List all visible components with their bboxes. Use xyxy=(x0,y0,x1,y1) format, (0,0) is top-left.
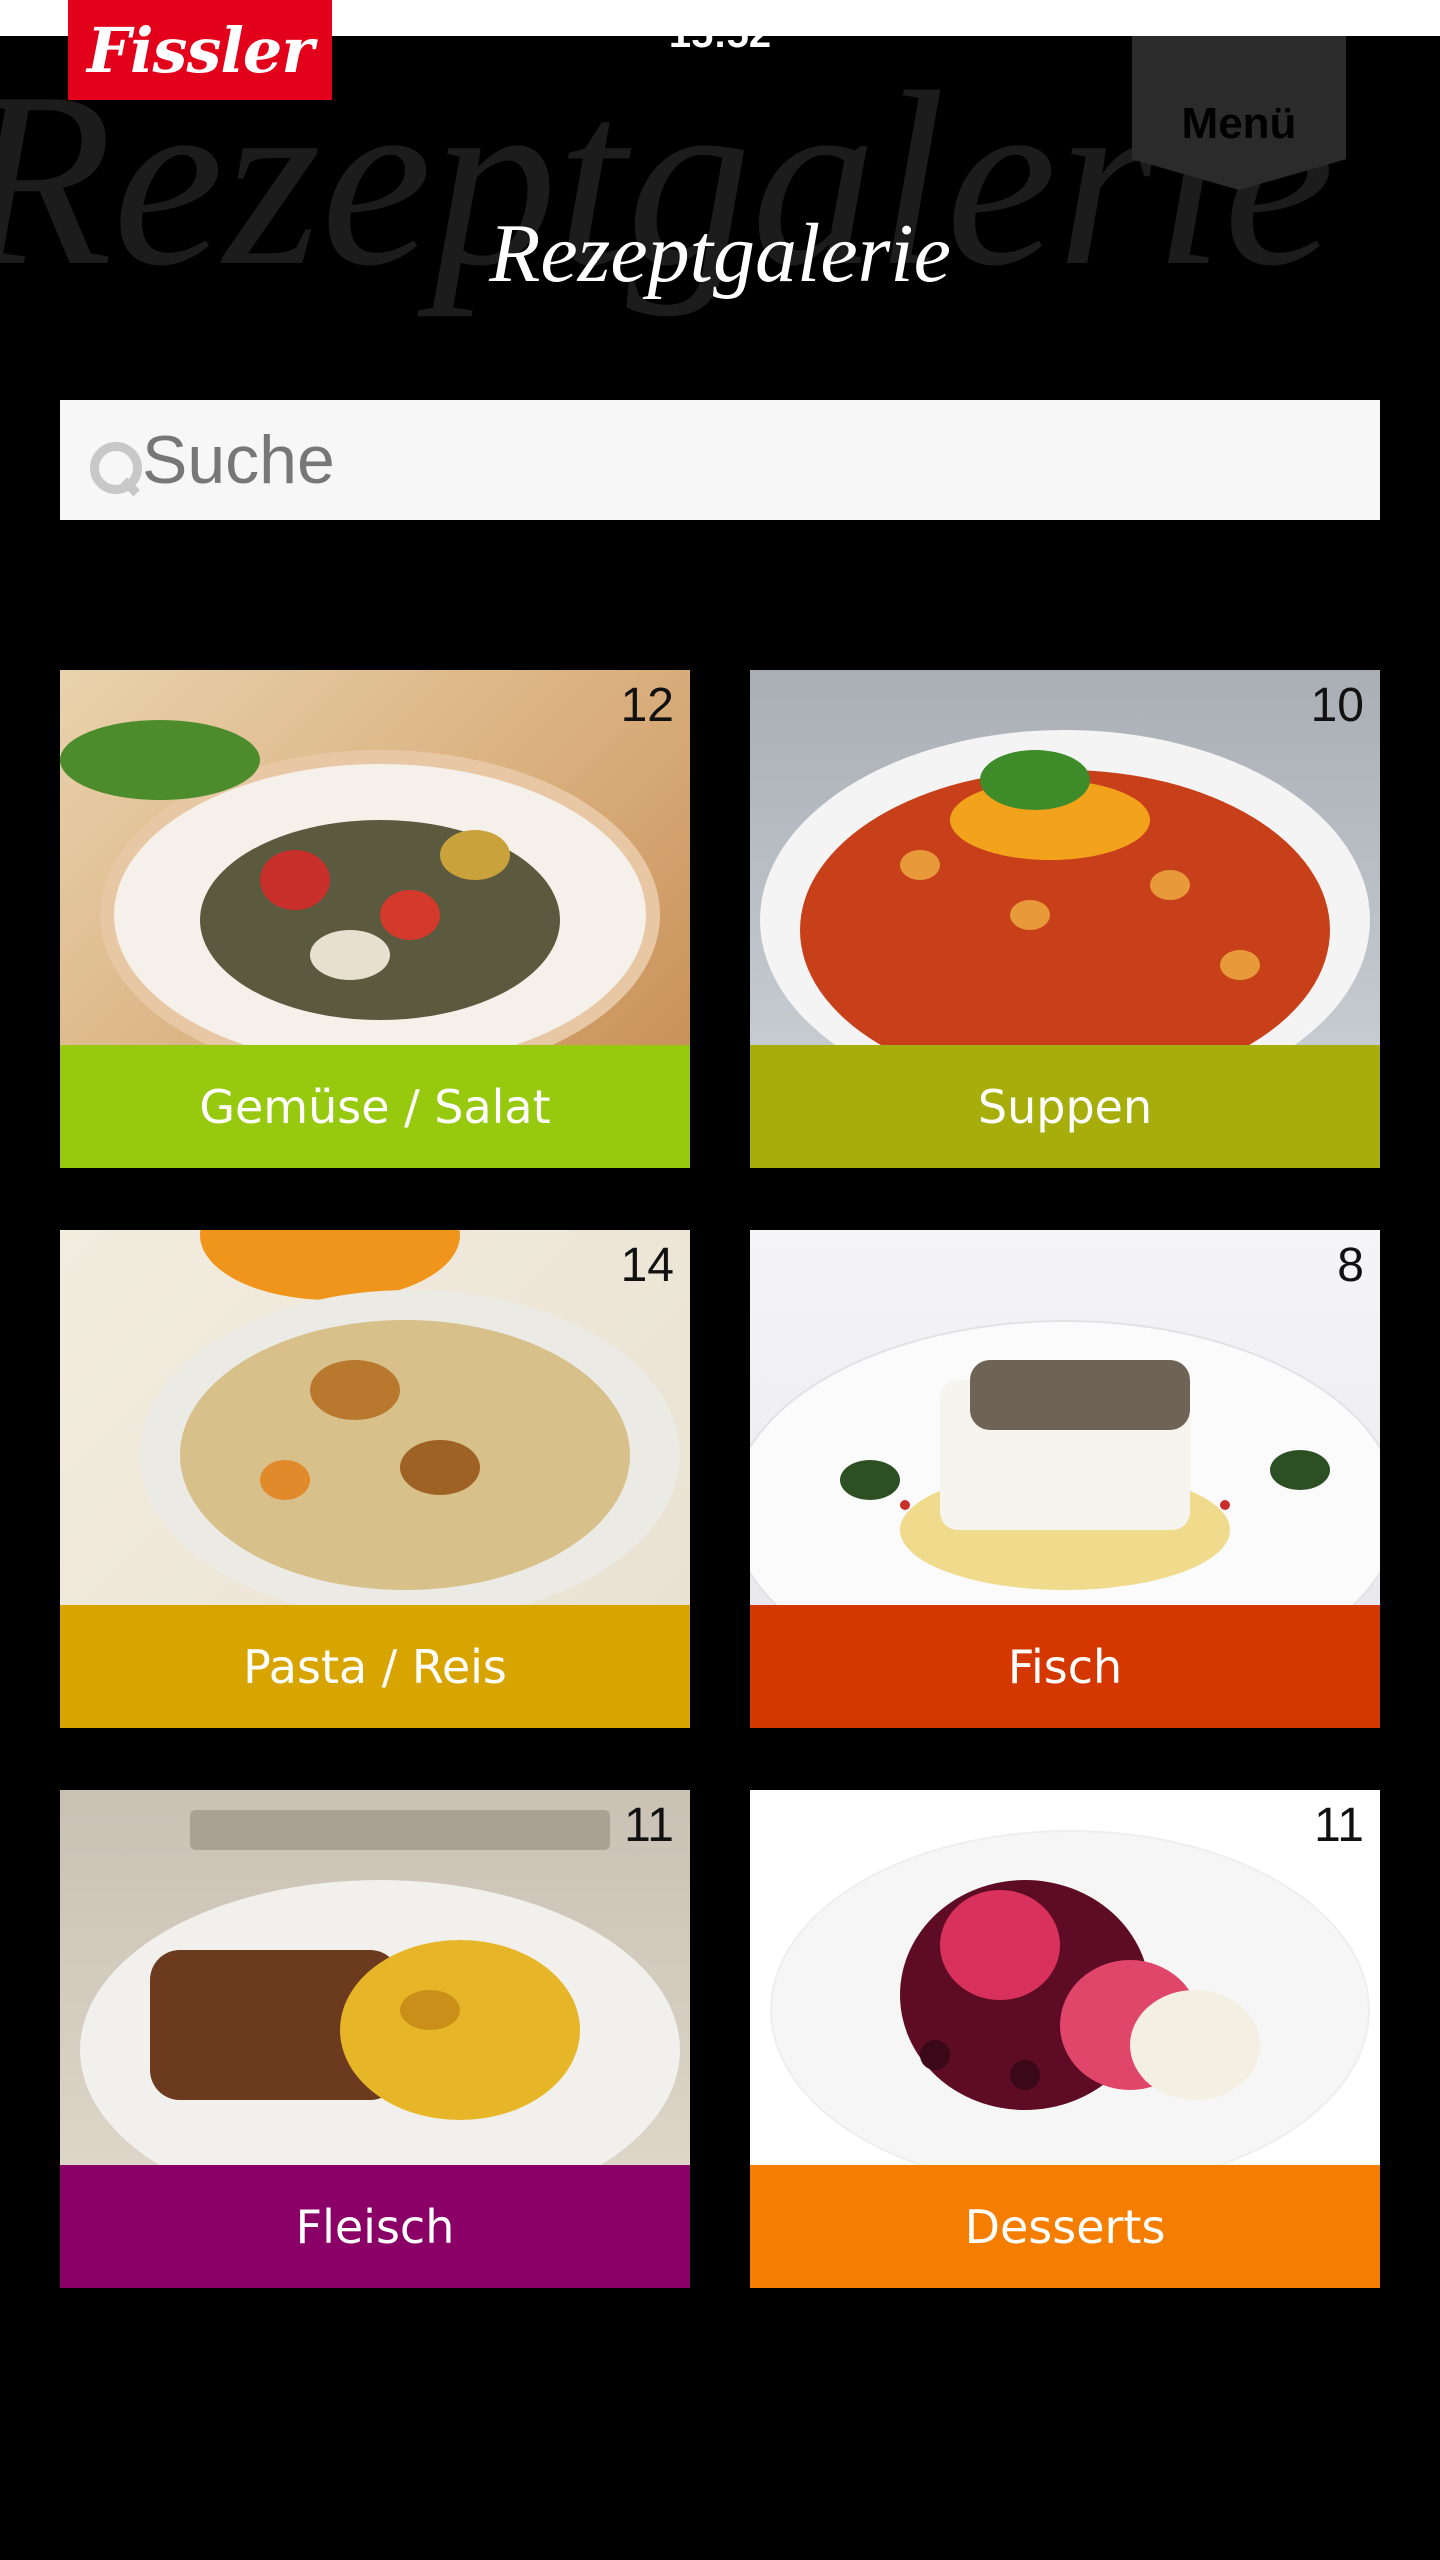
category-tile-desserts[interactable]: 11 Desserts xyxy=(750,1790,1380,2288)
category-tile-pasta-reis[interactable]: 14 Pasta / Reis xyxy=(60,1230,690,1728)
category-photo xyxy=(60,1790,690,2165)
menu-button[interactable]: Menü xyxy=(1132,36,1346,190)
category-photo xyxy=(60,670,690,1045)
logo-text: Fissler xyxy=(86,13,314,87)
category-label: Suppen xyxy=(750,1045,1380,1168)
category-tile-fleisch[interactable]: 11 Fleisch xyxy=(60,1790,690,2288)
category-label: Gemüse / Salat xyxy=(60,1045,690,1168)
category-label: Pasta / Reis xyxy=(60,1605,690,1728)
category-photo xyxy=(750,670,1380,1045)
menu-label: Menü xyxy=(1181,99,1297,148)
fissler-logo[interactable]: Fissler xyxy=(68,0,332,100)
search-input[interactable] xyxy=(142,421,1342,499)
category-label: Fleisch xyxy=(60,2165,690,2288)
recipe-count: 10 xyxy=(1310,679,1364,732)
recipe-count: 12 xyxy=(620,679,674,732)
recipe-count: 11 xyxy=(1314,1799,1364,1852)
category-photo xyxy=(60,1230,690,1605)
recipe-count: 14 xyxy=(620,1239,674,1292)
category-label: Desserts xyxy=(750,2165,1380,2288)
category-tile-fisch[interactable]: 8 Fisch xyxy=(750,1230,1380,1728)
category-photo xyxy=(750,1790,1380,2165)
category-tile-suppen[interactable]: 10 Suppen xyxy=(750,670,1380,1168)
recipe-count: 11 xyxy=(624,1799,674,1852)
recipe-count: 8 xyxy=(1337,1239,1364,1292)
category-tile-gemuese-salat[interactable]: 12 Gemüse / Salat xyxy=(60,670,690,1168)
category-label: Fisch xyxy=(750,1605,1380,1728)
category-photo xyxy=(750,1230,1380,1605)
search-box[interactable] xyxy=(60,400,1380,520)
page-title: Rezeptgalerie xyxy=(489,207,951,300)
search-icon xyxy=(86,440,146,500)
